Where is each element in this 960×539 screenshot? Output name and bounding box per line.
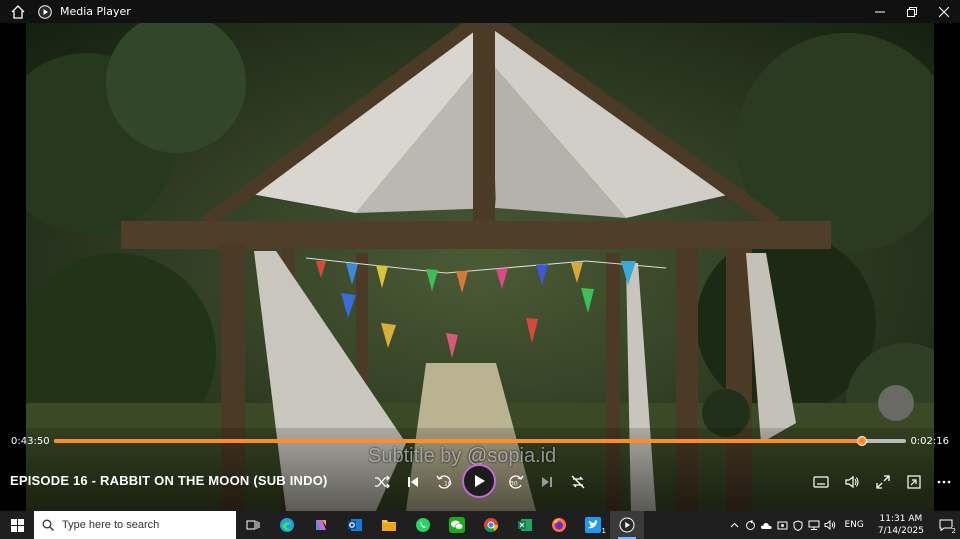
episode-title: EPISODE 16 - RABBIT ON THE MOON (SUB IND… [10,473,328,488]
chrome-icon [484,518,498,533]
search-icon [42,519,54,531]
firefox-button[interactable] [542,511,576,539]
tray-onedrive[interactable] [758,511,774,539]
subtitles-button[interactable] [809,470,833,494]
wechat-button[interactable] [440,511,474,539]
outlook-icon [348,519,362,531]
seek-bar[interactable] [54,436,906,446]
media-player-app-icon [38,4,52,19]
tray-volume[interactable] [822,511,838,539]
shuffle-icon [375,475,390,489]
taskbar: Type here to search 1 ENG 11:31 AM 7/14/… [0,511,960,539]
fullscreen-icon [876,475,890,489]
subtitle-watermark: Subtitle by @sopia.id [368,445,557,467]
sync-icon [745,519,755,530]
clock-time: 11:31 AM [879,514,923,524]
title-bar: Media Player [0,0,960,23]
previous-button[interactable] [401,470,425,494]
system-tray: ENG 11:31 AM 7/14/2025 2 [726,511,960,539]
player-controls: 0:43:50 0:02:16 Subtitle by @sopia.id EP… [0,428,960,511]
tray-meet[interactable] [774,511,790,539]
media-player-icon [619,517,635,533]
subtitles-icon [813,476,829,488]
firefox-icon [552,518,566,532]
maximize-button[interactable] [896,0,928,23]
file-explorer-icon [382,520,396,531]
windows-icon [10,518,24,532]
whatsapp-button[interactable] [406,511,440,539]
taskbar-search[interactable]: Type here to search [34,511,236,539]
previous-icon [408,477,418,487]
remaining-time: 0:02:16 [910,436,949,447]
close-icon [939,6,949,17]
home-icon[interactable] [10,4,26,20]
forward-30-icon: 30 [509,475,524,489]
clock[interactable]: 11:31 AM 7/14/2025 [878,513,924,537]
close-button[interactable] [928,0,960,23]
network-icon [808,520,820,530]
notification-count: 2 [951,527,956,535]
tray-network[interactable] [806,511,822,539]
elapsed-time: 0:43:50 [11,436,50,447]
tray-sync[interactable] [742,511,758,539]
file-explorer-button[interactable] [372,511,406,539]
volume-icon [845,475,859,489]
meet-icon [777,521,788,529]
excel-button[interactable] [508,511,542,539]
more-options-button[interactable] [932,470,956,494]
edge-icon [280,518,294,532]
wechat-icon [449,517,465,533]
fullscreen-button[interactable] [871,470,895,494]
window-title: Media Player [60,5,131,18]
copilot-button[interactable] [304,511,338,539]
rewind-button[interactable]: 10 [432,470,456,494]
play-icon [475,475,485,487]
copilot-icon [316,520,326,530]
repeat-off-icon [571,475,585,489]
seek-progress [54,439,862,443]
mini-player-button[interactable] [902,470,926,494]
task-view-button[interactable] [236,511,270,539]
clock-date: 7/14/2025 [877,526,924,536]
speaker-icon [824,520,836,530]
repeat-button[interactable] [566,470,590,494]
cloud-icon [761,522,773,529]
rewind-10-icon: 10 [436,475,452,489]
start-button[interactable] [0,511,34,539]
search-placeholder: Type here to search [62,519,160,531]
minimize-icon [875,11,885,12]
mini-player-icon [907,475,921,489]
twitter-badge: 1 [601,527,606,535]
chevron-up-icon [730,522,739,528]
forward-label: 30 [510,481,518,488]
excel-icon [518,519,532,531]
more-icon [937,480,951,484]
whatsapp-icon [416,518,430,532]
notifications-button[interactable]: 2 [932,511,960,539]
forward-button[interactable]: 30 [504,470,528,494]
next-button[interactable] [535,470,559,494]
minimize-button[interactable] [864,0,896,23]
volume-button[interactable] [840,470,864,494]
twitter-button[interactable]: 1 [576,511,610,539]
language-indicator[interactable]: ENG [844,520,863,530]
twitter-icon [585,517,601,533]
media-player-button[interactable] [610,511,644,539]
edge-button[interactable] [270,511,304,539]
tray-security[interactable] [790,511,806,539]
chrome-button[interactable] [474,511,508,539]
task-view-icon [246,520,260,530]
rewind-label: 10 [444,481,452,488]
show-hidden-icons-button[interactable] [726,511,742,539]
outlook-button[interactable] [338,511,372,539]
shield-icon [793,519,803,531]
shuffle-button[interactable] [370,470,394,494]
next-icon [542,477,552,487]
restore-icon [907,6,917,17]
seek-thumb[interactable] [856,436,867,446]
play-button[interactable] [462,464,496,498]
